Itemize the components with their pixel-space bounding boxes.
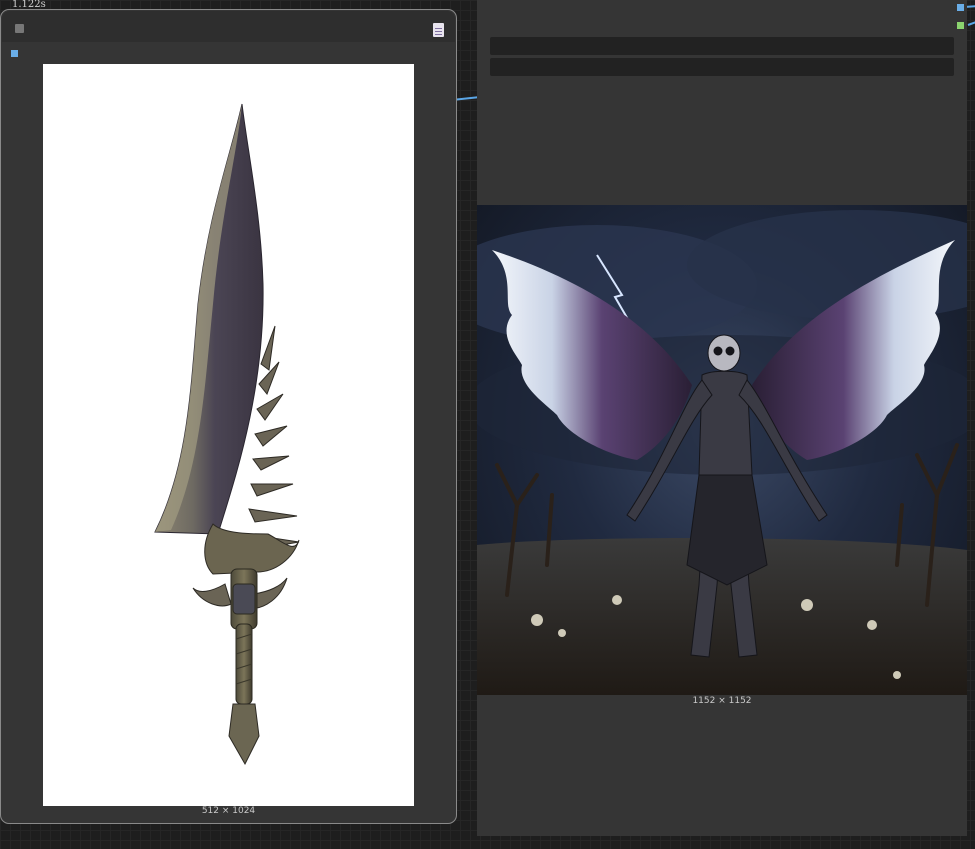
input-slot-dot[interactable] bbox=[11, 50, 18, 57]
preview-image-node-right[interactable]: 1152 × 1152 bbox=[477, 0, 967, 836]
output-slot-mask[interactable] bbox=[957, 22, 964, 29]
output-slot-image[interactable] bbox=[957, 4, 964, 11]
skeleton-illustration bbox=[477, 210, 967, 695]
link-wire bbox=[967, 21, 975, 26]
node-canvas[interactable]: 1.122s 512 × 1024 1152 × 1152 bbox=[0, 0, 975, 849]
collapse-button[interactable] bbox=[15, 24, 24, 33]
node-header[interactable] bbox=[2, 11, 455, 42]
image-dimensions-label: 1152 × 1152 bbox=[692, 696, 752, 706]
winged-skeleton-preview-image[interactable] bbox=[477, 205, 967, 695]
image-dimensions-label: 512 × 1024 bbox=[201, 806, 256, 816]
sword-illustration bbox=[154, 103, 300, 766]
sword-preview-image[interactable] bbox=[43, 64, 414, 806]
widget-bar[interactable] bbox=[490, 37, 954, 55]
widget-bar[interactable] bbox=[490, 58, 954, 76]
document-icon[interactable] bbox=[433, 23, 444, 37]
